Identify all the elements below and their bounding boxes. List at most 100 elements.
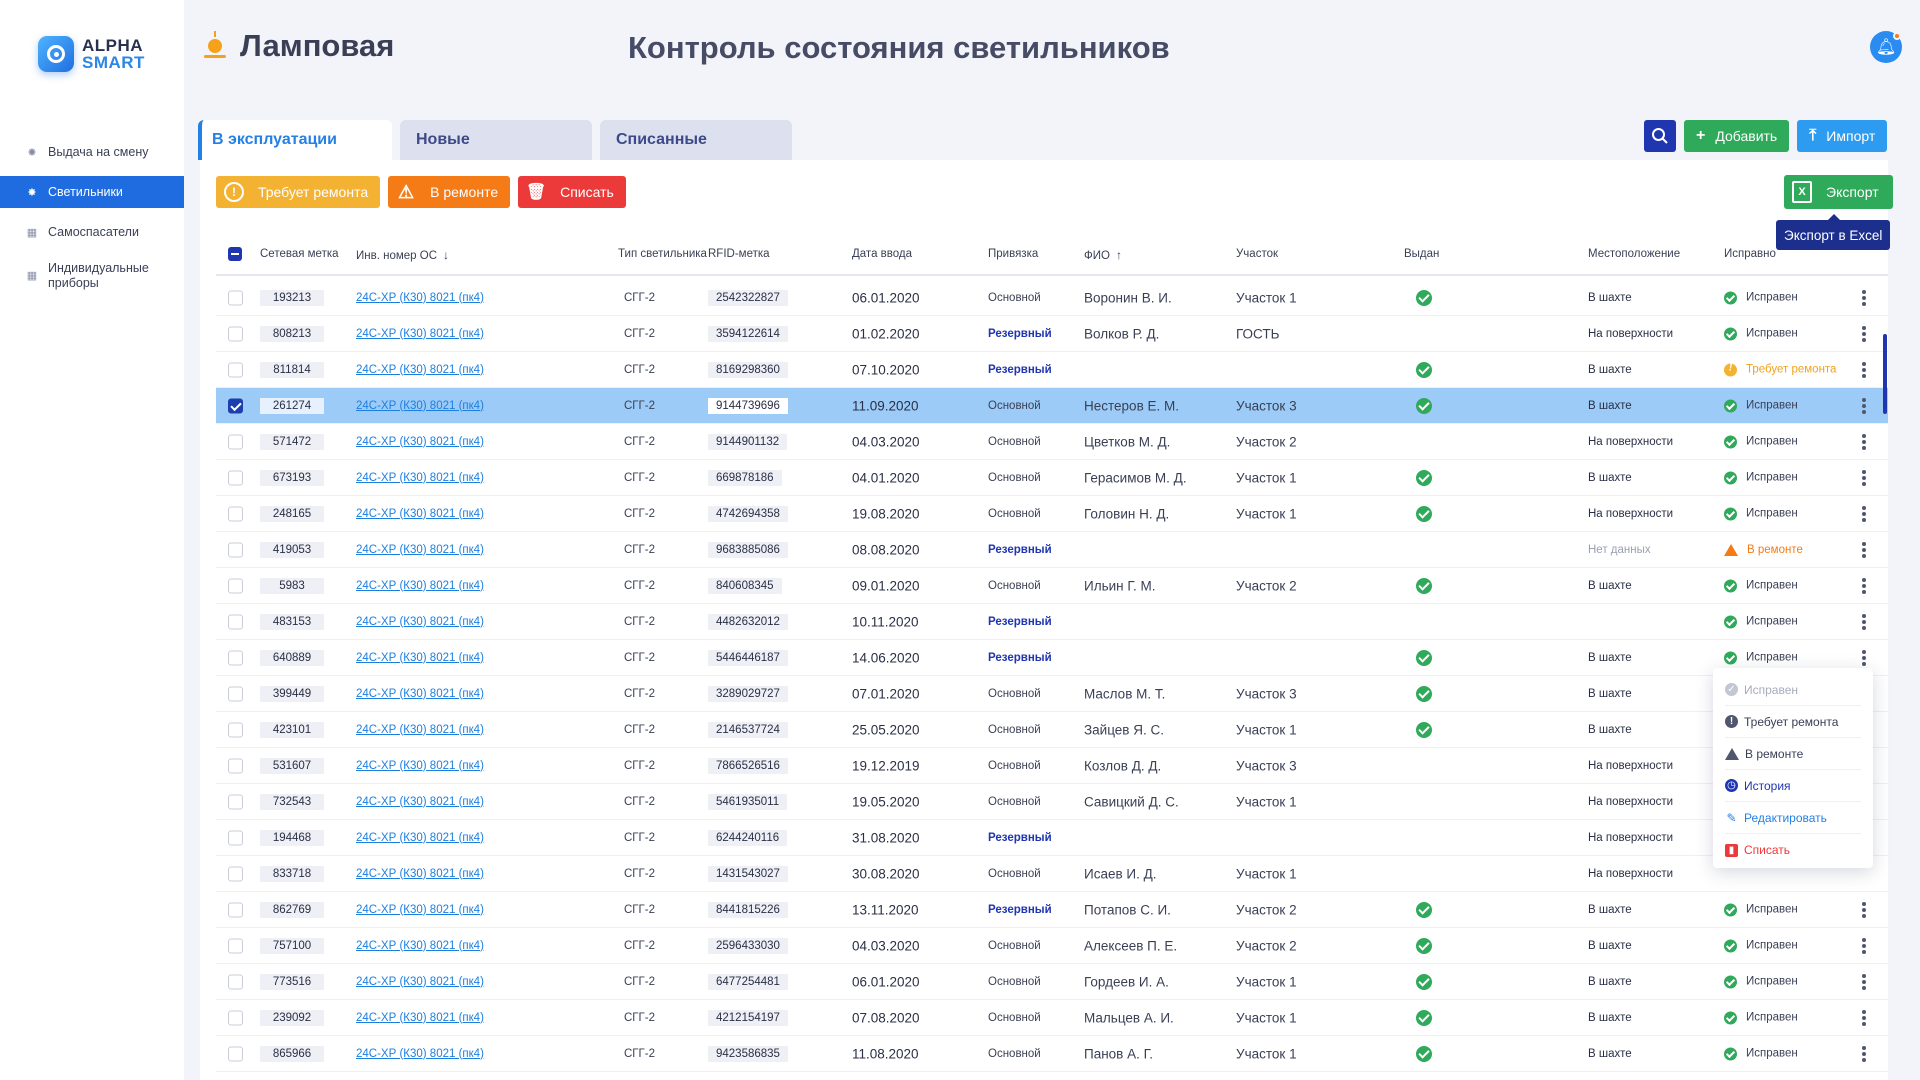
inv-number-link[interactable]: 24С-ХР (К30) 8021 (пк4): [356, 940, 484, 952]
table-row[interactable]: 261274 24С-ХР (К30) 8021 (пк4) СГГ-2 914473…: [216, 388, 1888, 424]
row-checkbox[interactable]: [228, 1010, 243, 1025]
inv-number-link[interactable]: 24С-ХР (К30) 8021 (пк4): [356, 724, 484, 736]
column-header-date[interactable]: Дата ввода: [852, 248, 912, 260]
inv-number-link[interactable]: 24С-ХР (К30) 8021 (пк4): [356, 796, 484, 808]
inv-number-link[interactable]: 24С-ХР (К30) 8021 (пк4): [356, 976, 484, 988]
column-header-rfid[interactable]: RFID-метка: [708, 248, 770, 260]
scrollbar[interactable]: [1883, 334, 1887, 414]
column-header-location[interactable]: Местоположение: [1588, 248, 1680, 260]
tab-in-operation[interactable]: В эксплуатации: [198, 120, 392, 160]
row-menu-button[interactable]: [1862, 972, 1866, 992]
row-menu-button[interactable]: [1862, 648, 1866, 668]
row-checkbox[interactable]: [228, 470, 243, 485]
column-header-inv-no[interactable]: Инв. номер ОС ↓: [356, 248, 449, 262]
row-checkbox[interactable]: [228, 938, 243, 953]
row-menu-button[interactable]: [1862, 360, 1866, 380]
search-button[interactable]: [1644, 120, 1676, 152]
inv-number-link[interactable]: 24С-ХР (К30) 8021 (пк4): [356, 292, 484, 304]
menu-item-exclamation-circle[interactable]: ! Требует ремонта: [1725, 706, 1861, 738]
inv-number-link[interactable]: 24С-ХР (К30) 8021 (пк4): [356, 364, 484, 376]
inv-number-link[interactable]: 24С-ХР (К30) 8021 (пк4): [356, 616, 484, 628]
row-checkbox[interactable]: [228, 794, 243, 809]
notifications-button[interactable]: 🔔︎: [1870, 31, 1902, 63]
row-checkbox[interactable]: [228, 1046, 243, 1061]
row-menu-button[interactable]: [1862, 1008, 1866, 1028]
row-menu-button[interactable]: [1862, 900, 1866, 920]
inv-number-link[interactable]: 24С-ХР (К30) 8021 (пк4): [356, 832, 484, 844]
row-menu-button[interactable]: [1862, 576, 1866, 596]
column-header-type[interactable]: Тип светильника: [618, 248, 707, 260]
select-all-checkbox[interactable]: [228, 247, 242, 261]
menu-item-history[interactable]: ◷ История: [1725, 770, 1861, 802]
table-row[interactable]: 194468 24С-ХР (К30) 8021 (пк4) СГГ-2 624424…: [216, 820, 1888, 856]
table-row[interactable]: 193213 24С-ХР (К30) 8021 (пк4) СГГ-2 254232…: [216, 280, 1888, 316]
row-checkbox[interactable]: [228, 506, 243, 521]
table-row[interactable]: 811814 24С-ХР (К30) 8021 (пк4) СГГ-2 816929…: [216, 352, 1888, 388]
inv-number-link[interactable]: 24С-ХР (К30) 8021 (пк4): [356, 436, 484, 448]
column-header-fio[interactable]: ФИО ↑: [1084, 248, 1122, 262]
import-button[interactable]: ⤒ Импорт: [1797, 120, 1888, 152]
row-menu-button[interactable]: [1862, 396, 1866, 416]
row-menu-button[interactable]: [1862, 324, 1866, 344]
row-checkbox[interactable]: [228, 362, 243, 377]
column-header-binding[interactable]: Привязка: [988, 248, 1038, 260]
sidebar-item-self-rescuers[interactable]: ▦ Самоспасатели: [0, 216, 184, 248]
tab-written-off[interactable]: Списанные: [600, 120, 792, 160]
menu-item-pencil[interactable]: ✎ Редактировать: [1725, 802, 1861, 834]
row-menu-button[interactable]: [1862, 468, 1866, 488]
table-row[interactable]: 865966 24С-ХР (К30) 8021 (пк4) СГГ-2 942358…: [216, 1036, 1888, 1072]
sidebar-item-shift-issue[interactable]: ✸ Выдача на смену: [0, 136, 184, 168]
row-checkbox[interactable]: [228, 578, 243, 593]
row-checkbox[interactable]: [228, 650, 243, 665]
table-row[interactable]: 862769 24С-ХР (К30) 8021 (пк4) СГГ-2 844181…: [216, 892, 1888, 928]
row-checkbox[interactable]: [228, 686, 243, 701]
row-checkbox[interactable]: [228, 290, 243, 305]
table-row[interactable]: 483153 24С-ХР (К30) 8021 (пк4) СГГ-2 448263…: [216, 604, 1888, 640]
table-row[interactable]: 399449 24С-ХР (К30) 8021 (пк4) СГГ-2 328902…: [216, 676, 1888, 712]
table-row[interactable]: 531607 24С-ХР (К30) 8021 (пк4) СГГ-2 786652…: [216, 748, 1888, 784]
table-row[interactable]: 248165 24С-ХР (К30) 8021 (пк4) СГГ-2 474269…: [216, 496, 1888, 532]
table-row[interactable]: 571472 24С-ХР (К30) 8021 (пк4) СГГ-2 914490…: [216, 424, 1888, 460]
inv-number-link[interactable]: 24С-ХР (К30) 8021 (пк4): [356, 652, 484, 664]
table-row[interactable]: 419053 24С-ХР (К30) 8021 (пк4) СГГ-2 968388…: [216, 532, 1888, 568]
needs-repair-button[interactable]: ! Требует ремонта: [216, 176, 381, 208]
table-row[interactable]: 423101 24С-ХР (К30) 8021 (пк4) СГГ-2 214653…: [216, 712, 1888, 748]
table-row[interactable]: 5983 24С-ХР (К30) 8021 (пк4) СГГ-2 84060834…: [216, 568, 1888, 604]
table-row[interactable]: 673193 24С-ХР (К30) 8021 (пк4) СГГ-2 669878…: [216, 460, 1888, 496]
column-header-issued[interactable]: Выдан: [1404, 248, 1439, 260]
table-row[interactable]: 757100 24С-ХР (К30) 8021 (пк4) СГГ-2 259643…: [216, 928, 1888, 964]
column-header-net-tag[interactable]: Сетевая метка: [260, 248, 339, 260]
row-checkbox[interactable]: [228, 866, 243, 881]
menu-item-trash[interactable]: ▮ Списать: [1725, 834, 1861, 866]
inv-number-link[interactable]: 24С-ХР (К30) 8021 (пк4): [356, 760, 484, 772]
column-header-section[interactable]: Участок: [1236, 248, 1278, 260]
row-checkbox[interactable]: [228, 722, 243, 737]
write-off-button[interactable]: 🗑︎ Списать: [518, 176, 626, 208]
tab-new[interactable]: Новые: [400, 120, 592, 160]
row-checkbox[interactable]: [228, 326, 243, 341]
row-checkbox[interactable]: [228, 434, 243, 449]
table-row[interactable]: 640889 24С-ХР (К30) 8021 (пк4) СГГ-2 544644…: [216, 640, 1888, 676]
inv-number-link[interactable]: 24С-ХР (К30) 8021 (пк4): [356, 904, 484, 916]
sidebar-item-lamps[interactable]: ✸ Светильники: [0, 176, 184, 208]
inv-number-link[interactable]: 24С-ХР (К30) 8021 (пк4): [356, 1048, 484, 1060]
logo[interactable]: ALPHA SMART: [38, 36, 145, 72]
table-row[interactable]: 773516 24С-ХР (К30) 8021 (пк4) СГГ-2 647725…: [216, 964, 1888, 1000]
column-header-status[interactable]: Исправно: [1724, 248, 1776, 260]
row-menu-button[interactable]: [1862, 612, 1866, 632]
table-row[interactable]: 239092 24С-ХР (К30) 8021 (пк4) СГГ-2 421215…: [216, 1000, 1888, 1036]
row-checkbox[interactable]: [228, 542, 243, 557]
table-row[interactable]: 833718 24С-ХР (К30) 8021 (пк4) СГГ-2 143154…: [216, 856, 1888, 892]
row-menu-button[interactable]: [1862, 936, 1866, 956]
row-menu-button[interactable]: [1862, 1044, 1866, 1064]
export-button[interactable]: X Экспорт: [1784, 175, 1893, 209]
row-checkbox[interactable]: [228, 830, 243, 845]
row-checkbox[interactable]: [228, 974, 243, 989]
row-menu-button[interactable]: [1862, 504, 1866, 524]
table-row[interactable]: 732543 24С-ХР (К30) 8021 (пк4) СГГ-2 546193…: [216, 784, 1888, 820]
inv-number-link[interactable]: 24С-ХР (К30) 8021 (пк4): [356, 868, 484, 880]
row-checkbox[interactable]: [228, 614, 243, 629]
sidebar-item-personal-devices[interactable]: ▦ Индивидуальные приборы: [0, 256, 184, 296]
menu-item-warning-triangle[interactable]: В ремонте: [1725, 738, 1861, 770]
row-menu-button[interactable]: [1862, 540, 1866, 560]
